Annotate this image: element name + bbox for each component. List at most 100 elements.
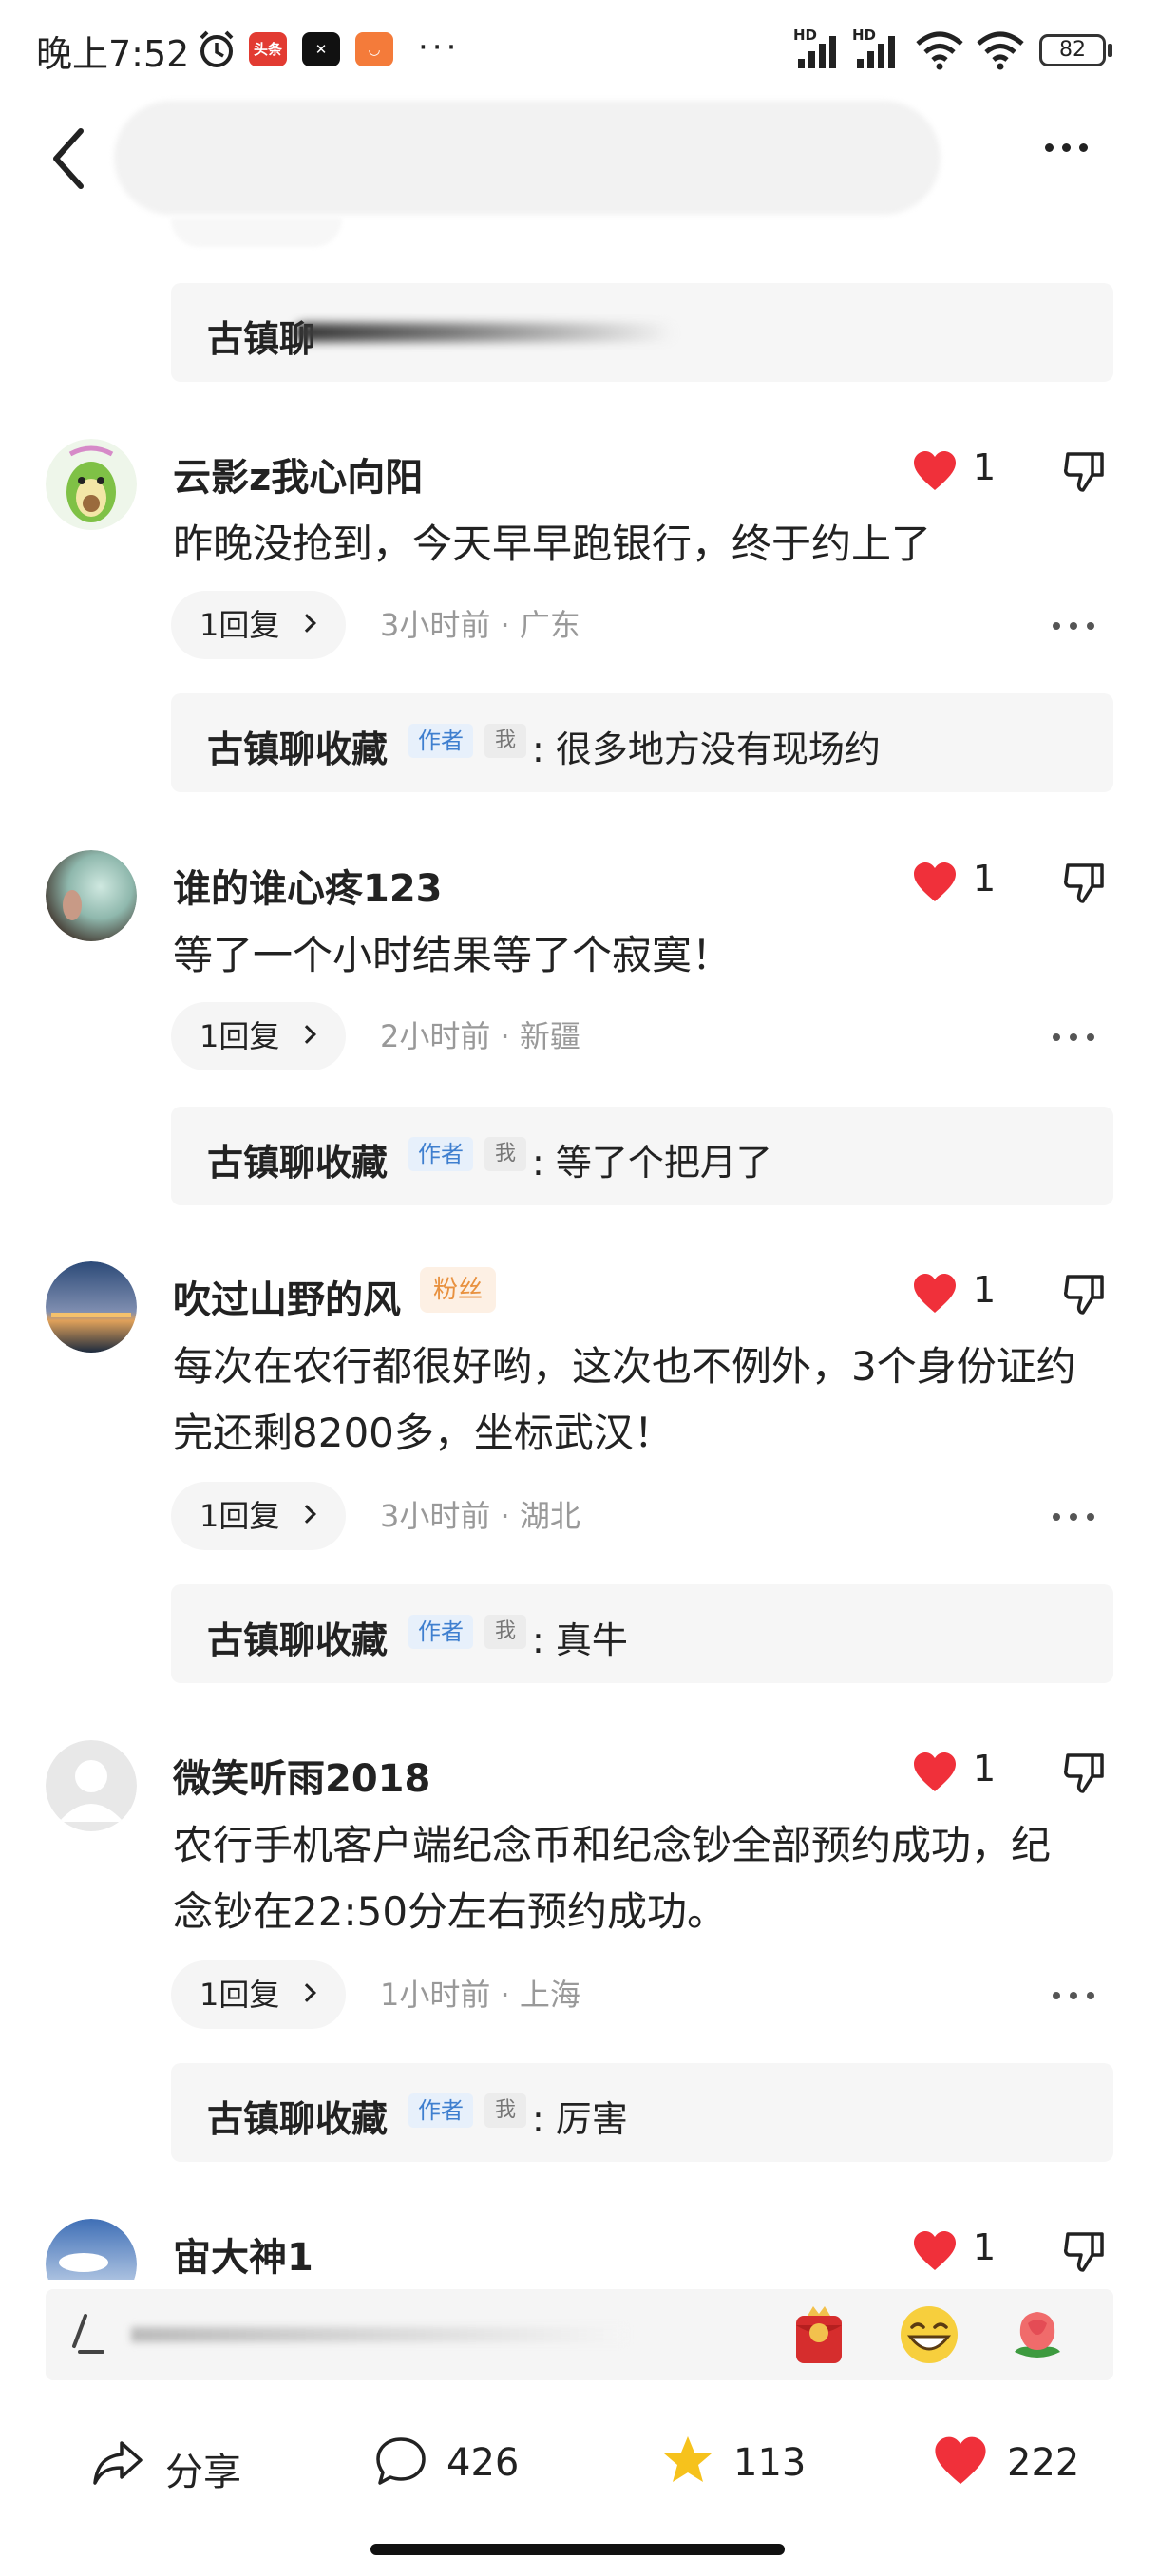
reply-box-0[interactable]: 古镇聊 [171, 283, 1113, 382]
reply-count-label: 1回复 [200, 1018, 280, 1054]
signal-icon-1 [798, 36, 836, 68]
like-count: 1 [973, 446, 997, 488]
heart-like-icon[interactable] [912, 1273, 958, 1315]
pen-icon [72, 2314, 104, 2354]
status-time: 晚上7:52 [36, 33, 190, 75]
avatar-default-user[interactable] [46, 1740, 137, 1831]
user-name[interactable]: 云影z我心向阳 [173, 446, 423, 502]
reply-author[interactable]: 古镇聊收藏 [207, 1133, 388, 1185]
me-tag: 我 [484, 2093, 526, 2128]
comment-item: 宙大神1 1 [0, 2219, 1159, 2280]
like-button[interactable]: 222 [933, 2413, 1123, 2517]
reply-count-button[interactable]: 1回复 [171, 1960, 346, 2029]
reply-text: : 厉害 [532, 2098, 628, 2140]
avatar-sky[interactable] [46, 2219, 137, 2280]
author-tag: 作者 [408, 1615, 473, 1649]
heart-like-icon[interactable] [912, 1752, 958, 1793]
favorite-count: 113 [733, 2441, 807, 2485]
rose-emoji-icon[interactable] [1005, 2302, 1070, 2367]
reply-count-label: 1回复 [200, 1498, 280, 1534]
avatar-photo[interactable] [46, 850, 137, 941]
heart-like-icon[interactable] [912, 450, 958, 492]
comment-text: 等了一个小时结果等了个寂寞！ [173, 932, 732, 978]
like-count: 1 [973, 1269, 997, 1311]
reply-text: : 等了个把月了 [532, 1142, 772, 1184]
heart-like-icon[interactable] [912, 2230, 958, 2272]
comment-more-icon[interactable] [1053, 1482, 1110, 1550]
bottom-action-bar: 分享 426 113 222 [0, 2413, 1159, 2517]
comment-text: 每次在农行都很好哟，这次也不例外，3个身份证约完还剩8200多，坐标武汉！ [173, 1343, 1076, 1456]
author-reply-box[interactable]: 古镇聊收藏 作者 我 : 很多地方没有现场约 [171, 693, 1113, 792]
author-tag: 作者 [408, 724, 473, 758]
comment-count: 426 [446, 2441, 520, 2485]
comment-more-icon[interactable] [1053, 1960, 1110, 2029]
reply-text: : 真牛 [532, 1619, 628, 1661]
comment-text: 农行手机客户端纪念币和纪念钞全部预约成功，纪念钞在22:50分左右预约成功。 [173, 1822, 1052, 1935]
title-search-blurred[interactable] [114, 101, 940, 215]
star-favorite-icon [664, 2436, 712, 2482]
comment-input-bar[interactable] [46, 2289, 1113, 2380]
more-options-icon[interactable] [1045, 138, 1121, 176]
reply-count-button[interactable]: 1回复 [171, 591, 346, 659]
toutiao-app-icon: 头条 [249, 32, 287, 66]
reply-count-button[interactable]: 1回复 [171, 1482, 346, 1550]
dislike-icon[interactable] [1062, 860, 1108, 905]
signal-icon-2 [857, 36, 895, 68]
reply-author[interactable]: 古镇聊收藏 [207, 2090, 388, 2142]
author-reply-box[interactable]: 古镇聊收藏 作者 我 : 真牛 [171, 1584, 1113, 1683]
partial-reply-pill [171, 218, 342, 247]
author-tag: 作者 [408, 2093, 473, 2128]
alarm-icon [200, 30, 234, 67]
like-count: 1 [973, 1748, 997, 1790]
comment-button[interactable]: 426 [374, 2413, 545, 2517]
home-indicator[interactable] [370, 2544, 785, 2555]
dislike-icon[interactable] [1062, 2228, 1108, 2274]
author-reply-box[interactable]: 古镇聊收藏 作者 我 : 厉害 [171, 2063, 1113, 2162]
more-notifications-icon: ··· [418, 28, 461, 66]
me-tag: 我 [484, 1137, 526, 1171]
wifi-icon-2 [977, 31, 1024, 70]
dislike-icon[interactable] [1062, 1271, 1108, 1316]
like-count: 1 [973, 2226, 997, 2268]
avatar-landscape[interactable] [46, 1261, 137, 1353]
like-count: 1 [973, 858, 997, 900]
fan-badge: 粉丝 [420, 1267, 497, 1313]
chevron-right-icon [297, 1025, 316, 1044]
wifi-icon-1 [916, 31, 963, 70]
dislike-icon[interactable] [1062, 1750, 1108, 1795]
share-button[interactable]: 分享 [89, 2413, 260, 2517]
reply-count-button[interactable]: 1回复 [171, 1002, 346, 1070]
comment-more-icon[interactable] [1053, 1002, 1110, 1070]
input-placeholder-blurred [131, 2327, 625, 2342]
share-icon [93, 2441, 142, 2485]
blurred-reply-text [294, 323, 674, 342]
comment-text: 昨晚没抢到，今天早早跑银行，终于约上了 [173, 521, 932, 567]
red-envelope-emoji-icon[interactable] [787, 2302, 851, 2367]
reply-count-label: 1回复 [200, 607, 280, 643]
back-arrow-icon[interactable] [42, 125, 99, 192]
author-reply-box[interactable]: 古镇聊收藏 作者 我 : 等了个把月了 [171, 1107, 1113, 1205]
status-bar: 晚上7:52 头条 ✕ ◡ ··· HD HD 82 [0, 0, 1159, 95]
comment-meta: 3小时前 · 广东 [380, 607, 580, 643]
grinning-emoji-icon[interactable] [897, 2302, 961, 2367]
comment-meta: 1小时前 · 上海 [380, 1977, 580, 2013]
user-name[interactable]: 谁的谁心疼123 [173, 858, 443, 913]
comment-more-icon[interactable] [1053, 591, 1110, 659]
reply-count-label: 1回复 [200, 1977, 280, 2013]
shopping-app-icon: ◡ [355, 32, 393, 66]
capcut-app-icon: ✕ [302, 32, 340, 66]
chevron-right-icon [297, 1505, 316, 1524]
heart-like-icon[interactable] [912, 862, 958, 903]
user-name[interactable]: 微笑听雨2018 [173, 1748, 430, 1803]
avatar-avocado[interactable] [46, 439, 137, 530]
me-tag: 我 [484, 1615, 526, 1649]
battery-tip [1108, 44, 1112, 57]
user-name[interactable]: 宙大神1 [173, 2226, 314, 2280]
reply-author[interactable]: 古镇聊收藏 [207, 720, 388, 772]
like-count: 222 [1007, 2441, 1080, 2485]
favorite-button[interactable]: 113 [661, 2413, 832, 2517]
user-name[interactable]: 吹过山野的风 [173, 1269, 401, 1324]
dislike-icon[interactable] [1062, 448, 1108, 494]
comment-meta: 2小时前 · 新疆 [380, 1018, 580, 1054]
reply-author[interactable]: 古镇聊收藏 [207, 1611, 388, 1663]
